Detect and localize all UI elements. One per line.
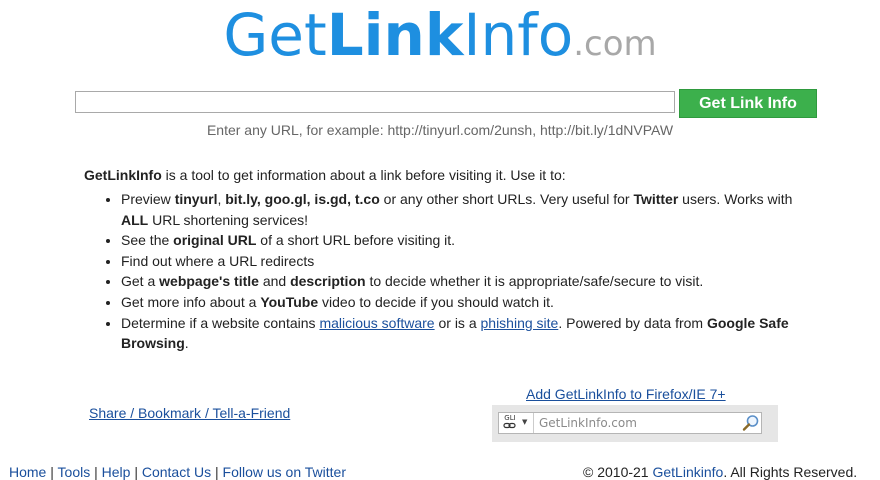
feature-text: URL shortening services! — [148, 211, 308, 228]
feature-text: or any other short URLs. Very useful for — [379, 191, 634, 207]
chevron-down-icon: ▼ — [522, 418, 528, 426]
copyright-notice: © 2010-21 GetLinkinfo. All Rights Reserv… — [583, 464, 857, 480]
feature-text: or is a — [434, 314, 481, 331]
add-to-firefox-link[interactable]: Add GetLinkInfo to Firefox/IE 7+ — [526, 386, 726, 402]
feature-bold: bit.ly, goo.gl, is.gd, t.co — [225, 191, 380, 207]
feature-bold: description — [290, 273, 366, 290]
feature-text: . — [184, 335, 189, 352]
footer-separator: | — [211, 464, 223, 480]
footer-link-tools[interactable]: Tools — [58, 464, 91, 480]
feature-text: Preview — [121, 191, 175, 207]
url-hint: Enter any URL, for example: http://tinyu… — [206, 122, 674, 138]
feature-text: See the — [121, 232, 174, 249]
get-link-info-button[interactable]: Get Link Info — [679, 89, 817, 118]
footer-link-contact[interactable]: Contact Us — [142, 464, 211, 480]
engine-label: GLI — [504, 414, 516, 422]
feature-text: Get a — [121, 273, 160, 290]
feature-text: video to decide if you should watch it. — [318, 293, 554, 310]
chain-link-icon: GLI — [502, 415, 518, 430]
feature-redirect: Find out where a URL redirects — [121, 251, 821, 272]
intro-text: GetLinkInfo is a tool to get information… — [84, 167, 864, 183]
magnifier-icon[interactable] — [742, 414, 760, 432]
feature-bold: YouTube — [260, 293, 319, 310]
feature-text: . Powered by data from — [558, 314, 707, 331]
feature-youtube: Get more info about a YouTube video to d… — [121, 292, 821, 313]
feature-bold: original URL — [173, 232, 257, 249]
footer-nav: Home | Tools | Help | Contact Us | Follo… — [9, 464, 346, 480]
copyright-suffix: . All Rights Reserved. — [723, 464, 858, 480]
logo-com: .com — [573, 24, 657, 64]
intro-brand: GetLinkInfo — [84, 167, 162, 183]
feature-bold: webpage's title — [159, 273, 259, 290]
search-engine-selector[interactable]: GLI ▼ — [499, 413, 534, 433]
footer-link-help[interactable]: Help — [102, 464, 131, 480]
site-logo[interactable]: GetLinkInfo.com — [0, 6, 880, 64]
feature-text: Find out where a URL redirects — [121, 252, 315, 269]
feature-title: Get a webpage's title and description to… — [121, 271, 821, 292]
url-input[interactable] — [75, 91, 675, 113]
search-plugin-placeholder: GetLinkInfo.com — [539, 416, 637, 430]
feature-text: Get more info about a — [121, 293, 261, 310]
logo-info: Info — [463, 1, 574, 69]
feature-text: to decide whether it is appropriate/safe… — [365, 273, 704, 290]
feature-bold: ALL — [121, 211, 149, 228]
search-plugin-box[interactable]: GLI ▼ GetLinkInfo.com — [498, 412, 762, 434]
copyright-brand-link[interactable]: GetLinkinfo — [652, 464, 723, 480]
copyright-prefix: © 2010-21 — [583, 464, 653, 480]
feature-text: of a short URL before visiting it. — [256, 232, 456, 249]
feature-preview: Preview tinyurl, bit.ly, goo.gl, is.gd, … — [121, 189, 821, 230]
feature-text: and — [258, 273, 291, 290]
share-bookmark-link[interactable]: Share / Bookmark / Tell-a-Friend — [89, 405, 290, 421]
footer-separator: | — [46, 464, 58, 480]
footer-link-home[interactable]: Home — [9, 464, 46, 480]
footer-link-twitter[interactable]: Follow us on Twitter — [223, 464, 346, 480]
feature-bold: tinyurl — [174, 191, 218, 207]
footer-separator: | — [130, 464, 142, 480]
feature-malware: Determine if a website contains maliciou… — [121, 313, 821, 354]
malicious-software-link[interactable]: malicious software — [319, 315, 434, 331]
phishing-site-link[interactable]: phishing site — [481, 315, 559, 331]
logo-link: Link — [326, 1, 464, 69]
feature-text: users. Works with — [678, 191, 793, 207]
feature-original-url: See the original URL of a short URL befo… — [121, 230, 821, 251]
search-plugin-preview: GLI ▼ GetLinkInfo.com — [492, 405, 778, 442]
footer-separator: | — [90, 464, 102, 480]
feature-text: Determine if a website contains — [121, 314, 320, 331]
intro-description: is a tool to get information about a lin… — [161, 167, 566, 183]
logo-get: Get — [223, 1, 327, 69]
feature-list: Preview tinyurl, bit.ly, goo.gl, is.gd, … — [84, 189, 821, 354]
feature-bold: Twitter — [633, 191, 679, 207]
